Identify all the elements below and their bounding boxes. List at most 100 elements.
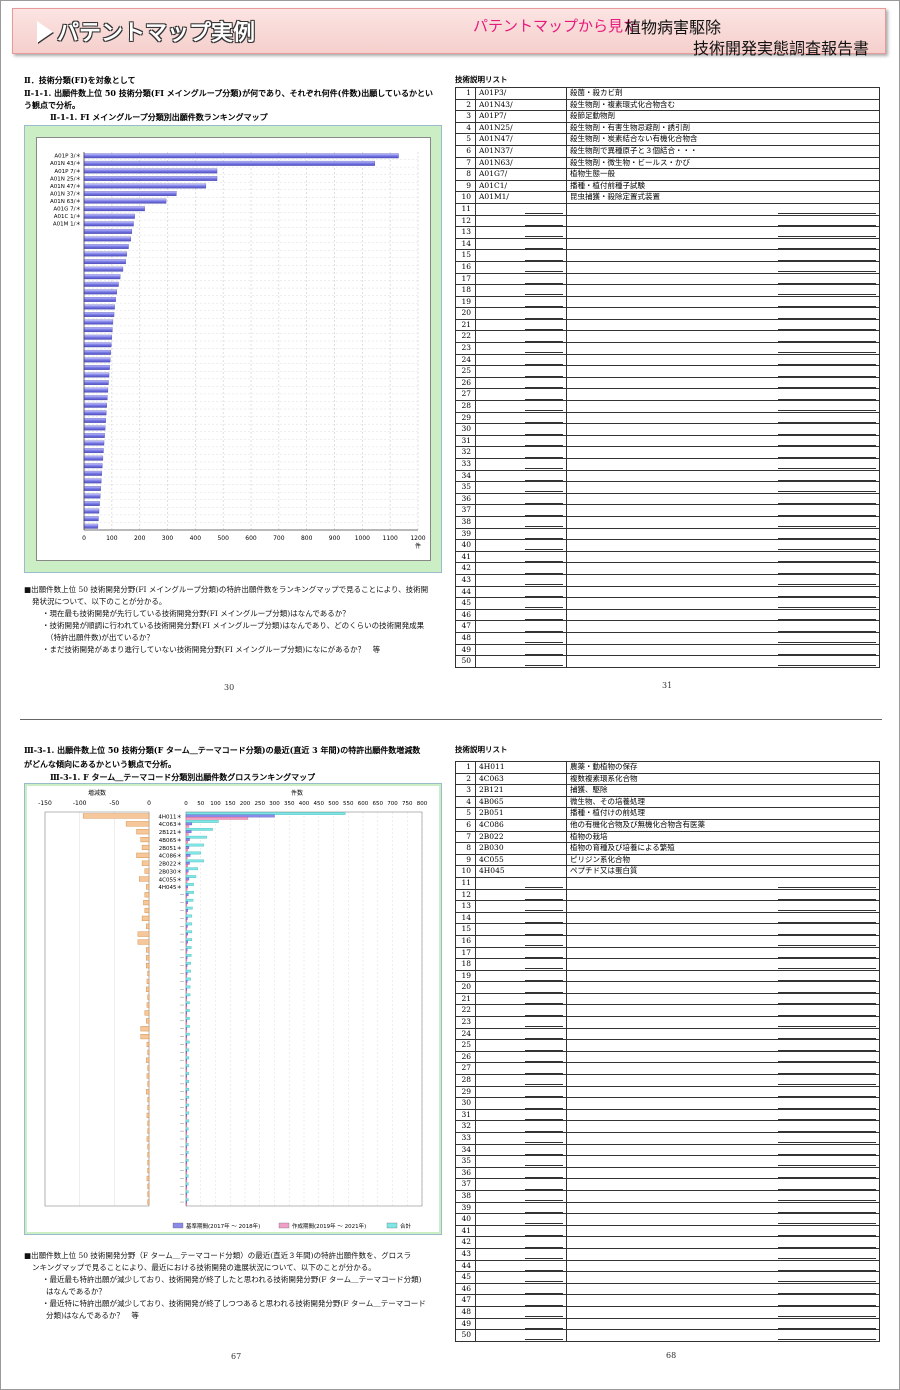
table-row: 4 A01N25/殺生物剤・有害生物忌避剤・誘引剤 [455, 121, 880, 135]
row-number: 24 [455, 1027, 476, 1041]
left-tick-label: -150 [38, 800, 52, 807]
row-number: 7 [455, 830, 476, 844]
table-row: 5 2B051 播種・植付けの前処理 [455, 807, 880, 820]
total-bar [185, 898, 194, 902]
row-number: 29 [455, 411, 476, 425]
row-number: 34 [455, 469, 476, 483]
target-period-bar [185, 856, 188, 860]
target-period-bar [185, 958, 188, 962]
table-row: 12 [455, 214, 880, 228]
description-cell: 農薬・動植物の保存 [566, 761, 880, 774]
row-number: 11 [455, 876, 476, 890]
base-period-bar [185, 948, 188, 952]
table-row: 19 [455, 295, 880, 309]
table-row: 14 [455, 237, 880, 251]
row-number: 42 [455, 562, 476, 575]
empty-cell [475, 1074, 567, 1087]
row-number: 16 [455, 260, 476, 274]
category-label: A01G 7/＊ [53, 206, 81, 213]
empty-cell [566, 214, 880, 228]
empty-cell [566, 376, 880, 390]
empty-cell [566, 1236, 880, 1249]
table-row: 33 [455, 458, 880, 471]
empty-cell [566, 1201, 880, 1215]
bar [83, 259, 126, 265]
empty-cell [475, 562, 567, 575]
bar [83, 183, 207, 189]
empty-cell [475, 1155, 567, 1168]
table-row: 42 [455, 1236, 880, 1249]
target-period-bar [185, 1061, 188, 1064]
empty-cell [475, 1097, 567, 1110]
diff-bar [139, 876, 150, 882]
note-line: （特許出願件数)が出ているか？ [46, 633, 154, 642]
row-number: 9 [455, 853, 476, 867]
total-bar [185, 1111, 190, 1115]
row-number: 20 [455, 981, 476, 994]
table-row: 7 A01N63/殺生物剤・微生物・ビールス・かび [455, 156, 880, 170]
note-line: 分類)はなんであるか？ 等 [46, 1311, 139, 1320]
empty-cell [475, 1039, 567, 1052]
row-number: 31 [455, 434, 476, 448]
right-tick-label: 750 [402, 801, 413, 807]
empty-cell [475, 631, 567, 645]
x-tick-label: 1200 [410, 535, 425, 542]
note-line: ・最近特に特許出願が減少しており、技術開発が終了しつつあると思われる技術開発分野… [42, 1299, 426, 1308]
empty-cell [475, 330, 567, 344]
empty-cell [566, 888, 880, 902]
table-row: 15 [455, 249, 880, 262]
table-row: 37 [455, 1178, 880, 1191]
empty-cell [475, 458, 567, 471]
table-row: 32 [455, 1120, 880, 1133]
category-label: 4C063＊ [159, 821, 182, 828]
bar [83, 289, 117, 295]
bar [83, 478, 102, 484]
description-cell: 捕獲、駆除 [566, 784, 880, 797]
right-tick-label: 800 [417, 801, 428, 807]
table-row: 11 [455, 202, 880, 216]
diff-bar [147, 1183, 150, 1189]
diff-bar [146, 1041, 150, 1048]
table-row: 23 [455, 342, 880, 355]
row-number: 11 [455, 202, 476, 216]
category-label: A01N 25/＊ [50, 175, 81, 182]
code-cell: A01C1/ [475, 179, 567, 193]
note-line: ・技術開発が順調に行われている技術開発分野(FI メイングループ分類)はなんであ… [42, 621, 425, 630]
row-number: 30 [455, 1097, 476, 1110]
bar [83, 236, 131, 242]
diff-bar [146, 1018, 150, 1024]
base-period-bar [185, 869, 189, 873]
table-row: 13 [455, 900, 880, 913]
table-row: 1 A01P3/殺菌・殺カビ剤 [455, 87, 880, 100]
total-bar [185, 914, 193, 918]
total-bar [185, 906, 193, 910]
table-row: 8 2B030 植物の育種及び培養による繁殖 [455, 842, 880, 855]
target-period-bar [185, 880, 188, 883]
empty-cell [566, 284, 880, 297]
table-row: 28 [455, 400, 880, 413]
base-period-bar [185, 1106, 188, 1109]
table-row: 46 [455, 608, 880, 622]
base-period-bar [185, 814, 275, 818]
empty-cell [566, 608, 880, 622]
empty-cell [475, 342, 567, 355]
right-tick-label: 100 [210, 801, 221, 807]
row-number: 39 [455, 527, 476, 541]
total-bar [185, 1095, 190, 1099]
base-period-bar [185, 909, 188, 912]
empty-cell [475, 585, 567, 599]
right-tick-label: 50 [197, 801, 204, 807]
row-number: 46 [455, 608, 476, 622]
description-cell: 殺菌・殺カビ剤 [566, 87, 880, 100]
target-period-bar [185, 816, 249, 820]
diff-bar [144, 907, 150, 914]
note-line: はなんであるか？ [46, 1287, 106, 1296]
bar [83, 357, 111, 363]
header-banner: パテントマップ実例 パテントマップから見た 植物病害駆除 技術開発実態調査報告書 [12, 8, 886, 58]
left-plot-frame [44, 811, 150, 1207]
row-number: 36 [455, 492, 476, 506]
empty-cell [566, 900, 880, 913]
empty-cell [566, 1097, 880, 1110]
diff-bar [147, 970, 150, 977]
target-period-bar [185, 1203, 188, 1206]
